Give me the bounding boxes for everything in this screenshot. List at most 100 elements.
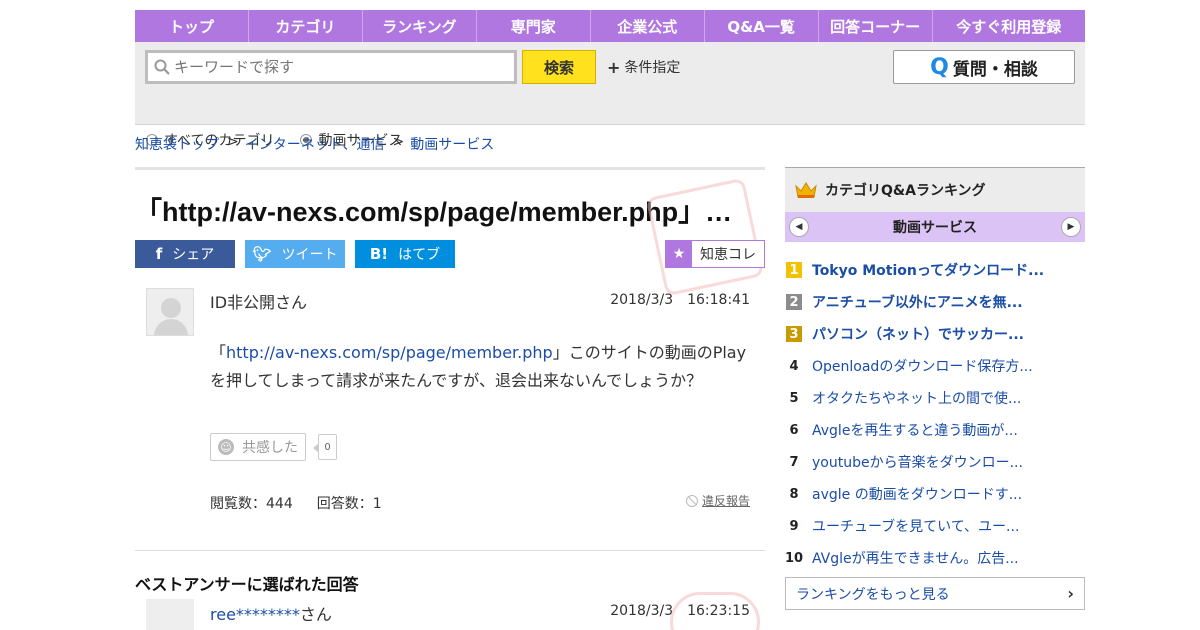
condition-label: 条件指定	[624, 60, 681, 76]
hatena-share-label: はてブ	[398, 247, 441, 263]
stamp-watermark	[645, 177, 765, 297]
search-area: 検索 + 条件指定 Q 質問・相談 すべてのカテゴリ 動画サービス	[135, 42, 1085, 149]
ranking-link[interactable]: avgle の動画をダウンロードす...	[812, 484, 1022, 504]
ranking-link[interactable]: Tokyo Motionってダウンロード...	[812, 260, 1044, 280]
smile-icon: ☺	[218, 439, 234, 455]
nav-qa-list[interactable]: Q&A一覧	[705, 10, 819, 42]
answer-avatar	[146, 599, 194, 630]
report-label: 違反報告	[701, 494, 750, 508]
ranking-item: 3 パソコン（ネット）でサッカー...	[785, 318, 1085, 350]
star-icon: ★	[666, 241, 692, 267]
ranking-header: カテゴリQ&Aランキング	[785, 167, 1085, 212]
hatena-bookmark-button[interactable]: B! はてブ	[355, 240, 455, 268]
avatar	[146, 288, 194, 336]
ask-question-button[interactable]: Q 質問・相談	[893, 50, 1075, 84]
rank-number: 6	[789, 422, 799, 438]
sympathy-button[interactable]: ☺ 共感した	[210, 433, 306, 461]
view-count: 閲覧数：444	[210, 496, 293, 512]
nav-top[interactable]: トップ	[135, 10, 249, 42]
search-button[interactable]: 検索	[522, 50, 596, 84]
rank-number: 3	[786, 326, 802, 342]
rank-number: 2	[786, 294, 802, 310]
chiecolle-button[interactable]: ★ 知恵コレ	[665, 240, 765, 268]
q-icon: Q	[930, 54, 949, 80]
sympathy-count: 0	[313, 434, 337, 460]
search-input[interactable]	[174, 58, 504, 76]
avatar-body	[154, 319, 188, 335]
ranking-link[interactable]: パソコン（ネット）でサッカー...	[812, 324, 1024, 344]
ranking-link[interactable]: Avgleを再生すると違う動画が...	[812, 420, 1018, 440]
ask-question-label: 質問・相談	[952, 59, 1038, 80]
prohibited-icon	[685, 494, 698, 507]
nav-answer-corner[interactable]: 回答コーナー	[819, 10, 933, 42]
next-arrow-icon[interactable]: ▶	[1061, 217, 1081, 237]
rank-number: 4	[789, 358, 799, 374]
question-link[interactable]: http://av-nexs.com/sp/page/member.php	[226, 343, 553, 362]
search-field[interactable]	[145, 50, 517, 84]
ranking-link[interactable]: AVgleが再生できません。広告...	[812, 548, 1019, 568]
breadcrumb-internet[interactable]: インターネット、通信	[245, 134, 385, 154]
breadcrumb-separator: >	[227, 134, 239, 150]
chiecolle-label: 知恵コレ	[700, 247, 756, 263]
search-icon	[154, 59, 170, 75]
breadcrumb-home[interactable]: 知恵袋トップ	[135, 134, 219, 154]
ranking-link[interactable]: youtubeから音楽をダウンロー...	[812, 452, 1023, 472]
ranking-sidebar: カテゴリQ&Aランキング ◀ 動画サービス ▶ 1 Tokyo Motionってダ…	[785, 167, 1085, 610]
more-ranking-button[interactable]: ランキングをもっと見る ›	[785, 577, 1085, 610]
facebook-icon: f	[155, 245, 163, 263]
report-link[interactable]: 違反報告	[685, 492, 750, 509]
ranking-link[interactable]: オタクたちやネット上の間で使...	[812, 388, 1021, 408]
rank-number: 9	[789, 518, 799, 534]
plus-icon: +	[607, 57, 621, 77]
question-stats: 閲覧数：444 回答数：1	[210, 493, 382, 513]
stamp-watermark	[670, 592, 760, 630]
sympathy-label: 共感した	[242, 440, 298, 456]
question-main: 「http://av-nexs.com/sp/page/member.php」……	[135, 167, 765, 630]
header: トップ カテゴリ ランキング 専門家 企業公式 Q&A一覧 回答コーナー 今すぐ…	[135, 10, 1085, 149]
twitter-share-button[interactable]: 🐦︎ ツイート	[245, 240, 345, 268]
ranking-link[interactable]: アニチューブ以外にアニメを無...	[812, 292, 1023, 312]
ranking-item: 4 Openloadのダウンロード保存方...	[785, 350, 1085, 382]
share-buttons: f シェア 🐦︎ ツイート B! はてブ	[135, 240, 455, 268]
ranking-item: 6 Avgleを再生すると違う動画が...	[785, 414, 1085, 446]
rank-number: 5	[789, 390, 799, 406]
ranking-list: 1 Tokyo Motionってダウンロード... 2 アニチューブ以外にアニメを無…	[785, 254, 1085, 574]
sympathy: ☺ 共感した 0	[210, 433, 337, 461]
answer-user: ree********さん	[210, 601, 332, 625]
question-body: 「http://av-nexs.com/sp/page/member.php」こ…	[210, 339, 750, 395]
nav-register[interactable]: 今すぐ利用登録	[933, 10, 1085, 42]
facebook-share-button[interactable]: f シェア	[135, 240, 235, 268]
ranking-item: 7 youtubeから音楽をダウンロー...	[785, 446, 1085, 478]
ranking-item: 1 Tokyo Motionってダウンロード...	[785, 254, 1085, 286]
answer-user-link[interactable]: ree********	[210, 605, 300, 624]
answer-user-suffix: さん	[299, 605, 332, 624]
ranking-category: 動画サービス	[893, 220, 977, 236]
rank-number: 1	[786, 262, 802, 278]
ranking-item: 2 アニチューブ以外にアニメを無...	[785, 286, 1085, 318]
best-answer-heading: ベストアンサーに選ばれた回答	[135, 575, 359, 594]
condition-link[interactable]: + 条件指定	[607, 57, 680, 77]
nav-ranking[interactable]: ランキング	[363, 10, 477, 42]
nav-official[interactable]: 企業公式	[591, 10, 705, 42]
nav-category[interactable]: カテゴリ	[249, 10, 363, 42]
rank-number: 8	[789, 486, 799, 502]
nav-experts[interactable]: 専門家	[477, 10, 591, 42]
twitter-share-label: ツイート	[281, 247, 338, 263]
breadcrumb-video-service[interactable]: 動画サービス	[410, 134, 494, 154]
ranking-link[interactable]: Openloadのダウンロード保存方...	[812, 356, 1033, 376]
prev-arrow-icon[interactable]: ◀	[789, 217, 809, 237]
question-date: 2018/3/3 16:18:41	[610, 292, 750, 308]
ranking-item: 5 オタクたちやネット上の間で使...	[785, 382, 1085, 414]
more-ranking-label: ランキングをもっと見る	[796, 586, 950, 603]
divider	[135, 550, 765, 551]
breadcrumb: 知恵袋トップ > インターネット、通信 > 動画サービス	[135, 134, 494, 154]
ranking-category-bar: ◀ 動画サービス ▶	[785, 212, 1085, 242]
top-nav: トップ カテゴリ ランキング 専門家 企業公式 Q&A一覧 回答コーナー 今すぐ…	[135, 10, 1085, 42]
rank-number: 10	[784, 550, 804, 566]
facebook-share-label: シェア	[172, 247, 215, 263]
divider	[135, 167, 765, 170]
rank-number: 7	[789, 454, 799, 470]
hatena-icon: B!	[369, 245, 389, 263]
ranking-link[interactable]: ユーチューブを見ていて、ユー...	[812, 516, 1019, 536]
chevron-right-icon: ›	[1067, 584, 1074, 603]
